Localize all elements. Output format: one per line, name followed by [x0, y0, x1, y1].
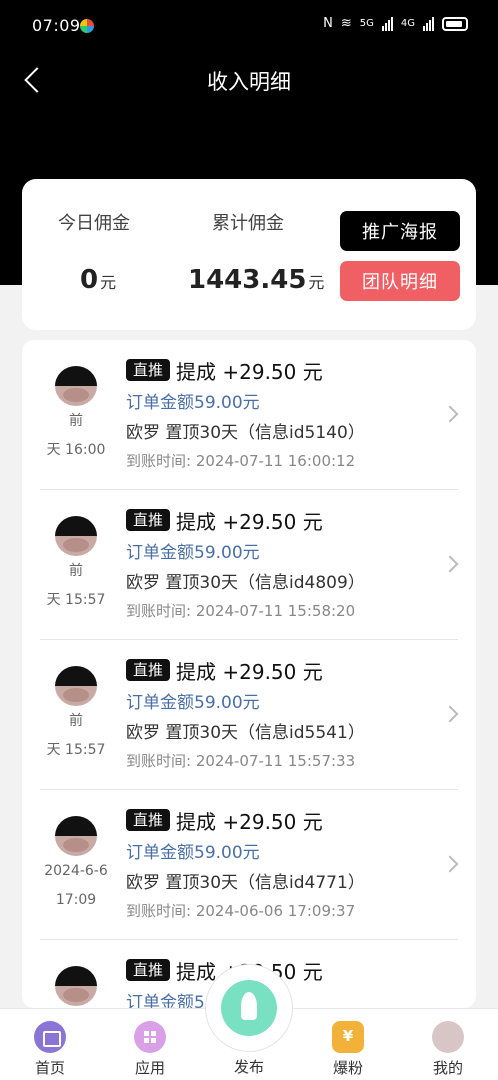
chevron-right-icon: [441, 405, 459, 423]
app-notification-icon: [80, 19, 94, 33]
direct-tag: 直推: [126, 809, 171, 831]
profile-icon: [432, 1021, 464, 1053]
signal-icon: [381, 16, 393, 31]
direct-tag: 直推: [126, 659, 171, 681]
arrival-time: 到账时间: 2024-06-06 17:09:37: [126, 902, 356, 920]
item-time-line1: 前: [69, 413, 83, 429]
tab-fans-label: 爆粉: [332, 1059, 363, 1077]
tab-apps[interactable]: 应用: [110, 1009, 190, 1080]
item-description: 欧罗 置顶30天（信息id5140）: [126, 423, 365, 443]
team-detail-button[interactable]: 团队明细: [340, 261, 460, 301]
network-5g-label: 5G: [359, 18, 374, 29]
battery-icon: [442, 16, 468, 31]
status-bar: 07:09 N ≋ 5G 4G: [0, 0, 498, 54]
signal-icon-2: [423, 16, 434, 31]
item-time-line2: 17:09: [55, 892, 97, 908]
avatar: [55, 816, 97, 856]
home-icon: [34, 1021, 66, 1053]
wifi-icon: ≋: [340, 16, 352, 31]
chevron-right-icon: [441, 855, 459, 873]
item-description: 欧罗 置顶30天（信息id4771）: [126, 873, 365, 893]
list-item[interactable]: 2024-6-6 17:09 直推 提成 +29.50 元 订单金额59.00元 …: [22, 790, 476, 940]
avatar: [55, 516, 97, 556]
item-time-line2: 天 15:57: [46, 592, 106, 608]
tab-home-label: 首页: [34, 1059, 65, 1077]
direct-tag: 直推: [126, 359, 171, 381]
rocket-icon: [221, 980, 277, 1036]
network-4g-label: 4G: [400, 18, 415, 29]
item-time-line2: 天 16:00: [46, 442, 106, 458]
list-item[interactable]: 前 天 15:57 直推 提成 +29.50 元 订单金额59.00元 欧罗 置顶…: [22, 490, 476, 640]
chevron-right-icon: [441, 705, 459, 723]
commission-summary-card: 今日佣金 0元 累计佣金 1443.45 元 推广海报 团队明细: [22, 179, 476, 330]
commission-amount: 提成 +29.50 元: [176, 809, 323, 834]
tab-apps-label: 应用: [134, 1059, 165, 1077]
nav-bar: 收入明细: [0, 54, 498, 104]
page-title: 收入明细: [207, 70, 291, 94]
commission-amount: 提成 +29.50 元: [176, 659, 323, 684]
item-time-line1: 2024-6-6: [44, 863, 108, 879]
order-amount: 订单金额59.00元: [126, 393, 260, 413]
item-description: 欧罗 置顶30天（信息id4809）: [126, 573, 365, 593]
avatar: [55, 366, 97, 406]
income-list: 前 天 16:00 直推 提成 +29.50 元 订单金额59.00元 欧罗 置顶…: [22, 340, 476, 1008]
arrival-time: 到账时间: 2024-07-11 16:00:12: [126, 452, 356, 470]
publish-button[interactable]: [206, 965, 292, 1051]
commission-amount: 提成 +29.50 元: [176, 509, 323, 534]
today-commission-value: 0元: [80, 265, 117, 295]
arrival-time: 到账时间: 2024-07-11 15:57:33: [126, 752, 356, 770]
item-time-line1: 前: [69, 563, 83, 579]
direct-tag: 直推: [126, 959, 171, 981]
total-commission-label: 累计佣金: [212, 213, 284, 234]
tab-fans[interactable]: 爆粉: [308, 1009, 388, 1080]
tab-home[interactable]: 首页: [10, 1009, 90, 1080]
status-icons: N ≋ 5G 4G: [323, 16, 468, 31]
nfc-icon: N: [323, 16, 333, 31]
chevron-right-icon: [441, 555, 459, 573]
order-amount: 订单金额59.00元: [126, 693, 260, 713]
tab-publish-label: 发布: [233, 1058, 264, 1076]
item-description: 欧罗 置顶30天（信息id5541）: [126, 723, 365, 743]
list-item[interactable]: 前 天 15:57 直推 提成 +29.50 元 订单金额59.00元 欧罗 置顶…: [22, 640, 476, 790]
arrival-time: 到账时间: 2024-07-11 15:58:20: [126, 602, 356, 620]
order-amount: 订单金额59.00元: [126, 543, 260, 563]
avatar: [55, 966, 97, 1006]
promotion-poster-button[interactable]: 推广海报: [340, 211, 460, 251]
total-commission-value: 1443.45 元: [188, 265, 325, 295]
status-time: 07:09: [32, 16, 81, 35]
order-amount: 订单金额59.00元: [126, 843, 260, 863]
tab-me[interactable]: 我的: [408, 1009, 488, 1080]
fans-money-icon: [332, 1021, 364, 1053]
avatar: [55, 666, 97, 706]
item-time-line2: 天 15:57: [46, 742, 106, 758]
item-time-line1: 前: [69, 713, 83, 729]
commission-amount: 提成 +29.50 元: [176, 359, 323, 384]
today-commission-label: 今日佣金: [58, 213, 130, 234]
direct-tag: 直推: [126, 509, 171, 531]
apps-icon: [134, 1021, 166, 1053]
tab-me-label: 我的: [432, 1059, 463, 1077]
list-item[interactable]: 前 天 16:00 直推 提成 +29.50 元 订单金额59.00元 欧罗 置顶…: [22, 340, 476, 490]
